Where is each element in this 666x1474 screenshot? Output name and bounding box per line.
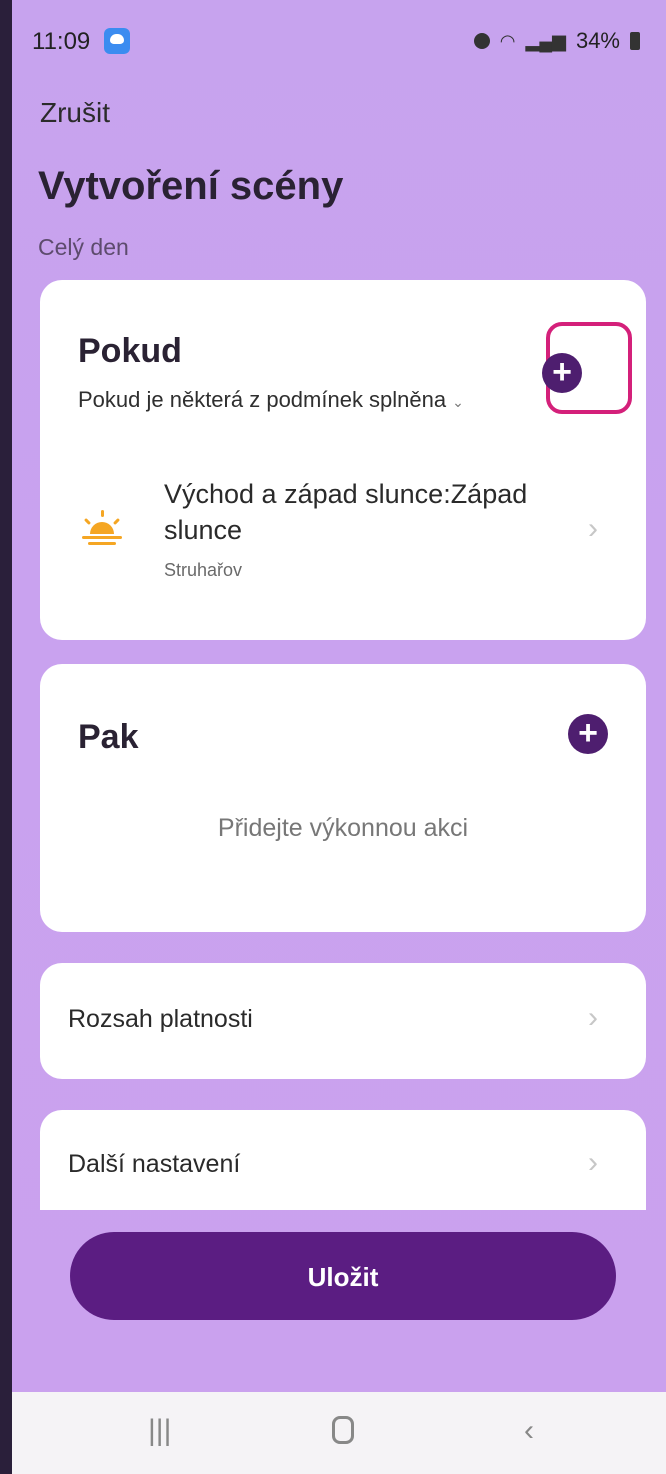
chevron-right-icon: › xyxy=(588,512,598,545)
alarm-icon xyxy=(473,33,490,49)
add-action-button[interactable]: + xyxy=(568,714,608,754)
page-title: Vytvoření scény xyxy=(38,164,344,208)
back-icon[interactable]: ‹ xyxy=(524,1414,534,1448)
sunset-icon xyxy=(82,510,122,545)
home-icon[interactable] xyxy=(332,1416,354,1444)
condition-mode-dropdown[interactable]: Pokud je některá z podmínek splněna ⌄ xyxy=(78,387,464,413)
save-button[interactable]: Uložit xyxy=(70,1232,616,1320)
scope-row[interactable]: Rozsah platnosti › xyxy=(40,963,646,1079)
then-card-title: Pak xyxy=(78,718,139,756)
condition-title: Východ a západ slunce:Západ slunce xyxy=(164,479,528,545)
empty-action-placeholder[interactable]: Přidejte výkonnou akci xyxy=(80,814,606,843)
condition-mode-label: Pokud je některá z podmínek splněna xyxy=(78,387,447,412)
signal-icon: ▂▄▆ xyxy=(525,30,566,51)
battery-icon xyxy=(630,32,640,50)
more-settings-row[interactable]: Další nastavení › xyxy=(40,1110,646,1210)
scope-label: Rozsah platnosti xyxy=(68,1005,253,1033)
battery-level: 34% xyxy=(575,28,620,53)
chevron-right-icon: › xyxy=(588,1001,598,1034)
page-subtitle[interactable]: Celý den xyxy=(38,234,129,261)
cancel-button[interactable]: Zrušit xyxy=(40,97,110,129)
chevron-right-icon: › xyxy=(588,1146,598,1179)
then-card: Pak Přidejte výkonnou akci xyxy=(40,664,646,932)
status-bar: 11:09 ◠ ▂▄▆ 34% xyxy=(12,0,666,80)
if-card-title: Pokud xyxy=(78,332,182,370)
more-settings-label: Další nastavení xyxy=(68,1150,241,1178)
navigation-bar: ||| ‹ xyxy=(12,1392,666,1474)
condition-row[interactable]: Východ a západ slunce:Západ slunce Struh… xyxy=(40,472,646,592)
wifi-icon: ◠ xyxy=(499,30,516,51)
status-time: 11:09 xyxy=(32,28,91,55)
chevron-down-icon: ⌄ xyxy=(452,394,464,410)
phone-screen: 11:09 ◠ ▂▄▆ 34% Zrušit Vytvoření scény C… xyxy=(12,0,666,1474)
condition-location: Struhařov xyxy=(164,560,243,580)
status-icons: ◠ ▂▄▆ 34% xyxy=(473,28,640,54)
recents-icon[interactable]: ||| xyxy=(148,1414,171,1448)
add-condition-button[interactable]: + xyxy=(542,353,582,393)
app-notification-icon xyxy=(104,28,130,54)
